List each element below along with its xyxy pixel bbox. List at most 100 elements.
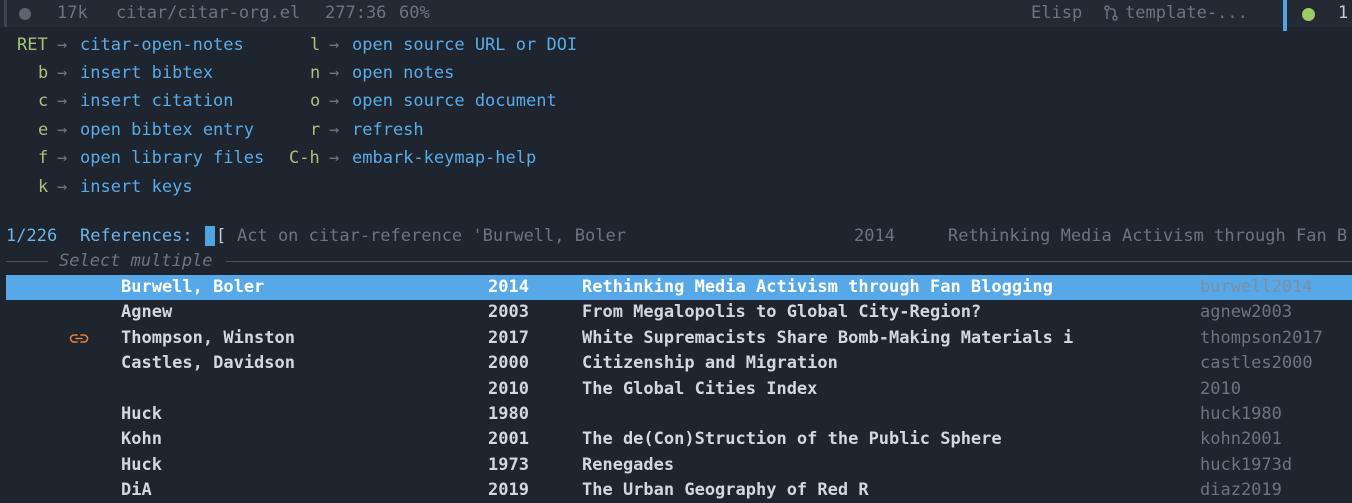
candidate-title: The de(Con)Struction of the Public Spher…	[582, 429, 1002, 449]
keybinding-key: c	[38, 91, 49, 111]
keybinding-key: k	[38, 177, 49, 197]
keybinding-command[interactable]: citar-open-notes	[80, 35, 244, 55]
arrow-icon: →	[57, 120, 68, 140]
keybinding-key: r	[310, 120, 321, 140]
keybinding-key: n	[310, 63, 321, 83]
modeline-right-digit: 1	[1338, 3, 1349, 23]
candidate-year: 2017	[488, 328, 529, 348]
candidate-row[interactable]: Agnew 2003 From Megalopolis to Global City…	[6, 300, 1352, 325]
candidate-citekey: thompson2017	[1200, 328, 1323, 348]
arrow-icon: →	[57, 148, 68, 168]
candidate-row[interactable]: Kohn 2001 The de(Con)Struction of the Publ…	[6, 427, 1352, 452]
candidate-title: Rethinking Media Activism through Fan Bl…	[582, 277, 1053, 297]
candidate-title: The Urban Geography of Red R	[582, 480, 869, 500]
keybinding-command[interactable]: open bibtex entry	[80, 120, 254, 140]
candidate-citekey: agnew2003	[1200, 302, 1293, 322]
keybinding-command[interactable]: insert citation	[80, 91, 234, 111]
vcs-branch[interactable]: template-...	[1125, 3, 1248, 23]
keybinding-command[interactable]: open source URL or DOI	[352, 35, 577, 55]
arrow-icon: →	[57, 63, 68, 83]
keybinding-command[interactable]: insert bibtex	[80, 63, 213, 83]
buffer-percent: 60%	[399, 3, 430, 23]
candidate-author: Castles, Davidson	[121, 353, 295, 373]
arrow-icon: →	[57, 35, 68, 55]
candidate-citekey: burwell2014	[1200, 277, 1313, 297]
keybinding-key: e	[38, 120, 49, 140]
candidate-year: 1973	[488, 455, 529, 475]
candidate-citekey: 2010	[1200, 379, 1241, 399]
modeline-left-bar	[4, 0, 7, 27]
text-cursor	[205, 226, 215, 246]
candidate-title: The Global Cities Index	[582, 379, 818, 399]
candidate-year: 1980	[488, 404, 529, 424]
status-icon	[1302, 8, 1315, 21]
candidate-row[interactable]: DiA 2019 The Urban Geography of Red R diaz2…	[6, 478, 1352, 503]
arrow-icon: →	[57, 91, 68, 111]
arrow-icon: →	[329, 35, 340, 55]
keybinding-key: l	[310, 35, 321, 55]
candidate-row[interactable]: 2010 The Global Cities Index 2010	[6, 377, 1352, 402]
candidate-citekey: kohn2001	[1200, 429, 1282, 449]
candidate-count: 1/226	[6, 226, 58, 246]
candidate-year: 2003	[488, 302, 529, 322]
prompt-hint: Act on citar-reference 'Burwell, Boler	[237, 226, 626, 246]
keybinding-command[interactable]: embark-keymap-help	[352, 148, 536, 168]
candidate-year: 2014	[488, 277, 529, 297]
git-branch-icon	[1104, 5, 1118, 21]
arrow-icon: →	[329, 120, 340, 140]
group-title: Select multiple	[59, 251, 213, 271]
candidate-author: Agnew	[121, 302, 173, 322]
keybinding-command[interactable]: open library files	[80, 148, 264, 168]
candidate-citekey: castles2000	[1200, 353, 1313, 373]
candidate-author: DiA	[121, 480, 152, 500]
keybinding-key: f	[38, 148, 49, 168]
candidate-author: Huck	[121, 455, 162, 475]
keybinding-command[interactable]: insert keys	[80, 177, 193, 197]
candidate-author: Burwell, Boler	[121, 277, 265, 297]
keybinding-command[interactable]: open notes	[352, 63, 454, 83]
prompt-hint-title: Rethinking Media Activism through Fan B	[948, 226, 1348, 246]
buffer-size: 17k	[57, 3, 88, 23]
arrow-icon: →	[329, 148, 340, 168]
candidate-citekey: huck1980	[1200, 404, 1282, 424]
keybinding-key: RET	[17, 35, 48, 55]
candidate-row[interactable]: Burwell, Boler 2014 Rethinking Media Activ…	[6, 275, 1352, 300]
candidate-author: Kohn	[121, 429, 162, 449]
candidate-row[interactable]: Thompson, Winston 2017 White Supremacists …	[6, 326, 1352, 351]
keybinding-key: C-h	[289, 148, 320, 168]
link-icon	[69, 334, 89, 343]
arrow-icon: →	[57, 177, 68, 197]
cursor-position: 277:36	[325, 3, 387, 23]
window-divider	[1283, 0, 1287, 31]
prompt-hint-year: 2014	[854, 226, 895, 246]
candidate-title: Citizenship and Migration	[582, 353, 838, 373]
buffer-state-icon	[19, 8, 31, 20]
modeline: 17k citar/citar-org.el 277:36 60% Elisp …	[0, 0, 1352, 31]
candidate-citekey: huck1973d	[1200, 455, 1293, 475]
group-divider-left	[6, 261, 48, 262]
candidate-title: White Supremacists Share Bomb-Making Mat…	[582, 328, 1074, 348]
keybinding-key: o	[310, 91, 321, 111]
candidate-year: 2019	[488, 480, 529, 500]
candidate-year: 2010	[488, 379, 529, 399]
candidate-year: 2001	[488, 429, 529, 449]
prompt-label: References:	[80, 226, 193, 246]
candidate-row[interactable]: Castles, Davidson 2000 Citizenship and Mig…	[6, 351, 1352, 376]
candidate-title: From Megalopolis to Global City-Region?	[582, 302, 982, 322]
buffer-file-name[interactable]: citar/citar-org.el	[116, 3, 300, 23]
keybinding-command[interactable]: refresh	[352, 120, 424, 140]
candidate-citekey: diaz2019	[1200, 480, 1282, 500]
candidate-author: Huck	[121, 404, 162, 424]
keybinding-command[interactable]: open source document	[352, 91, 557, 111]
candidate-year: 2000	[488, 353, 529, 373]
group-divider-right	[226, 261, 1352, 262]
arrow-icon: →	[329, 63, 340, 83]
candidate-row[interactable]: Huck 1980 huck1980	[6, 402, 1352, 427]
prompt-bracket: [	[216, 226, 227, 246]
candidate-row[interactable]: Huck 1973 Renegades huck1973d	[6, 453, 1352, 478]
keybinding-key: b	[38, 63, 49, 83]
arrow-icon: →	[329, 91, 340, 111]
candidate-title: Renegades	[582, 455, 675, 475]
major-mode[interactable]: Elisp	[1031, 3, 1082, 23]
candidate-author: Thompson, Winston	[121, 328, 295, 348]
